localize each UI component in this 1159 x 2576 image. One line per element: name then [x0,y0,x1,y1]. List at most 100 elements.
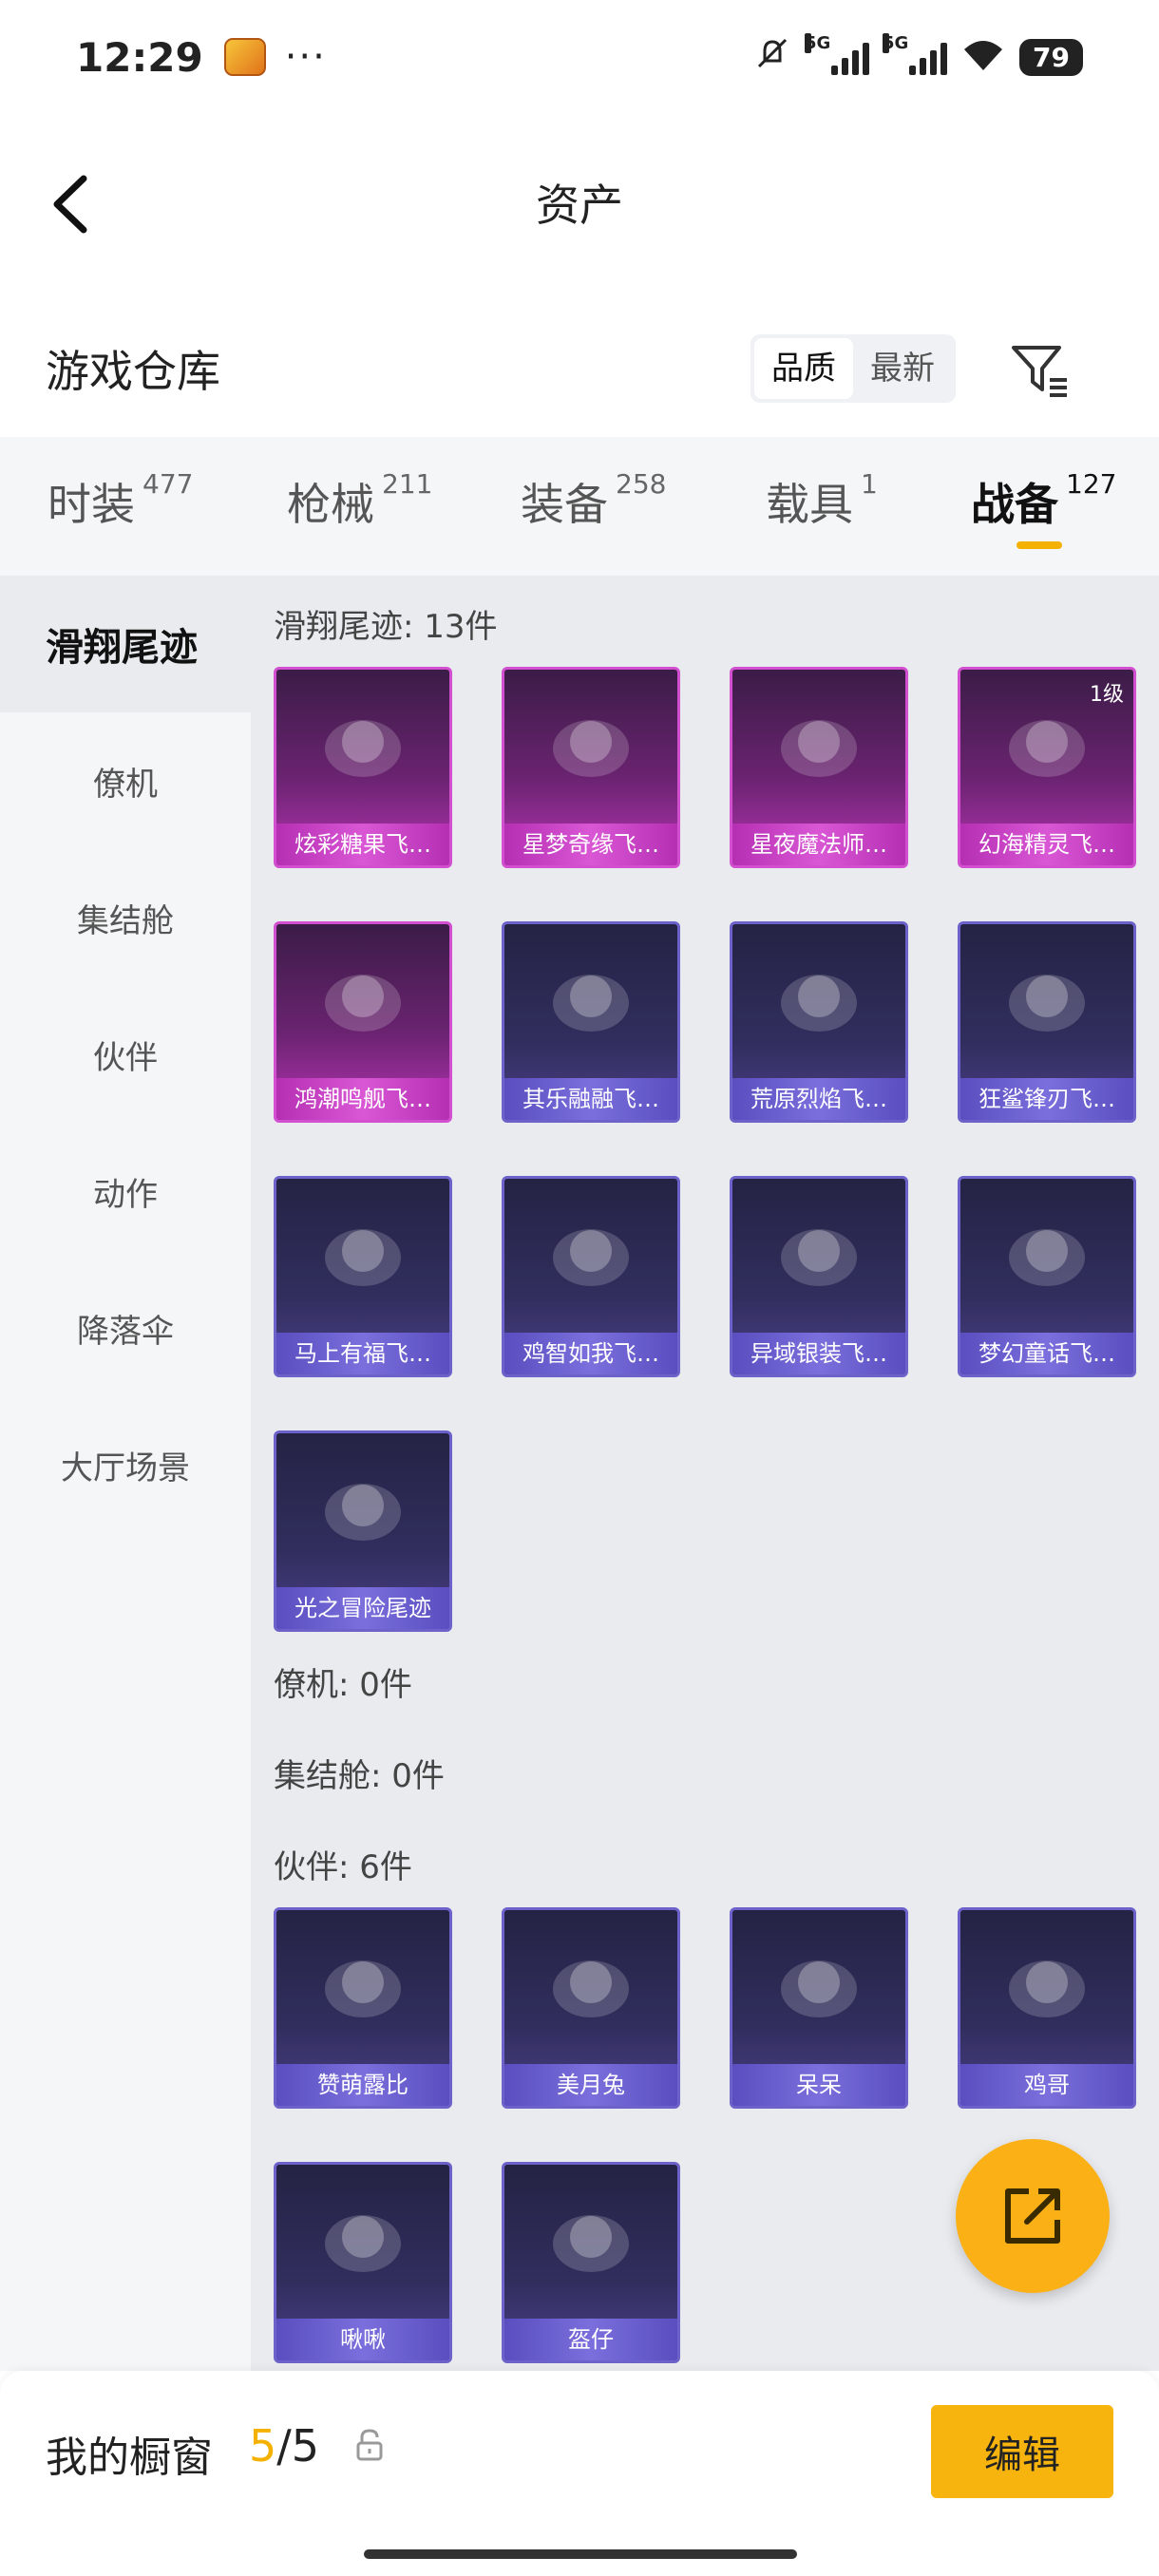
section-title-wingman: 僚机: 0件 [274,1666,412,1704]
sidebar-item-lobby-scene[interactable]: 大厅场景 [0,1396,251,1533]
sidebar-item-emote[interactable]: 动作 [0,1123,251,1260]
filter-icon [1012,346,1067,397]
page-title: 资产 [536,180,623,231]
item-card[interactable]: 梦幻童话飞… [958,1176,1136,1377]
item-image [960,1179,1133,1333]
item-image [276,1910,449,2064]
lock-icon [355,2428,384,2466]
item-image [276,1179,449,1333]
tab-fashion[interactable]: 时装 477 [48,468,193,533]
sort-toggle: 品质 最新 [750,334,956,403]
tab-firearms[interactable]: 枪械 211 [287,468,432,533]
item-name: 其乐融融飞… [504,1078,677,1120]
item-name: 赞萌露比 [276,2064,449,2106]
showcase-count: 5/5 [249,2420,320,2472]
wifi-icon [962,38,1004,76]
tab-vehicles[interactable]: 载具 1 [766,468,878,533]
more-notifications-icon: ··· [284,35,327,79]
item-image [276,924,449,1078]
sort-newest-option[interactable]: 最新 [853,338,952,399]
item-name: 狂鲨锋刃飞… [960,1078,1133,1120]
status-time: 12:29 [76,33,203,81]
item-name: 啾啾 [276,2319,449,2360]
status-bar: 12:29 ··· 5G 5G 79 [0,0,1159,114]
app-header: 资产 [0,142,1159,266]
item-image [504,1179,677,1333]
edit-button[interactable]: 编辑 [931,2405,1113,2498]
item-card[interactable]: 鸡哥 [958,1907,1136,2109]
item-card[interactable]: 呆呆 [730,1907,908,2109]
item-card[interactable]: 荒原烈焰飞… [730,921,908,1123]
item-card[interactable]: 狂鲨锋刃飞… [958,921,1136,1123]
item-card[interactable]: 美月兔 [502,1907,680,2109]
warehouse-title: 游戏仓库 [46,346,220,397]
battery-icon: 79 [1019,38,1083,76]
share-button[interactable] [956,2139,1110,2293]
showcase-bar: 我的橱窗 5/5 编辑 [0,2371,1159,2576]
sidebar-item-parachute[interactable]: 降落伞 [0,1260,251,1396]
category-tabs: 时装 477 枪械 211 装备 258 载具 1 战备 127 [0,437,1159,576]
item-name: 鸡智如我飞… [504,1333,677,1374]
item-name: 异域银装飞… [732,1333,905,1374]
filter-button[interactable] [1002,334,1078,407]
item-card[interactable]: 赞萌露比 [274,1907,452,2109]
item-card[interactable]: 光之冒险尾迹 [274,1430,452,1632]
item-image [504,670,677,824]
sidebar-item-glide-trail[interactable]: 滑翔尾迹 [0,576,251,712]
item-name: 炫彩糖果飞… [276,824,449,865]
section-title-partner: 伙伴: 6件 [274,1848,412,1886]
item-name: 美月兔 [504,2064,677,2106]
tab-equipment[interactable]: 装备 258 [521,468,666,533]
active-tab-indicator [1016,541,1062,549]
sidebar: 滑翔尾迹 僚机 集结舱 伙伴 动作 降落伞 大厅场景 [0,576,251,2371]
item-name: 星梦奇缘飞… [504,824,677,865]
sidebar-item-wingman[interactable]: 僚机 [0,712,251,849]
signal-icon-2: 5G [883,33,948,75]
item-image [732,1910,905,2064]
home-indicator[interactable] [364,2549,797,2559]
item-image [504,924,677,1078]
item-card[interactable]: 星梦奇缘飞… [502,667,680,868]
item-name: 光之冒险尾迹 [276,1587,449,1629]
item-name: 幻海精灵飞… [960,824,1133,865]
mute-icon [753,34,791,81]
share-icon [1005,2188,1060,2244]
item-name: 马上有福飞… [276,1333,449,1374]
sidebar-item-partner[interactable]: 伙伴 [0,986,251,1123]
sidebar-item-capsule[interactable]: 集结舱 [0,849,251,986]
warehouse-row: 游戏仓库 品质 最新 [0,323,1159,418]
item-image [732,670,905,824]
showcase-label: 我的橱窗 [46,2434,213,2482]
item-card[interactable]: 异域银装飞… [730,1176,908,1377]
item-card[interactable]: 1级幻海精灵飞… [958,667,1136,868]
tab-combat-prep[interactable]: 战备 127 [971,468,1116,533]
section-title-glide: 滑翔尾迹: 13件 [274,608,498,646]
item-card[interactable]: 鸿潮鸣舰飞… [274,921,452,1123]
section-title-capsule: 集结舱: 0件 [274,1757,445,1795]
item-card[interactable]: 马上有福飞… [274,1176,452,1377]
item-image [960,1910,1133,2064]
item-card[interactable]: 鸡智如我飞… [502,1176,680,1377]
signal-icon: 5G [805,33,870,75]
item-card[interactable]: 其乐融融飞… [502,921,680,1123]
item-image [276,1433,449,1587]
item-image [504,1910,677,2064]
item-level-badge: 1级 [1090,683,1124,707]
item-image [732,1179,905,1333]
item-card[interactable]: 炫彩糖果飞… [274,667,452,868]
item-card[interactable]: 星夜魔法师… [730,667,908,868]
item-image [276,670,449,824]
item-card[interactable]: 啾啾 [274,2162,452,2363]
item-name: 星夜魔法师… [732,824,905,865]
item-card[interactable]: 盔仔 [502,2162,680,2363]
item-name: 呆呆 [732,2064,905,2106]
item-list: 滑翔尾迹: 13件 炫彩糖果飞… 星梦奇缘飞… 星夜魔法师… 1级幻海精灵飞… 鸿潮鸣舰… [251,576,1159,2371]
item-image [504,2165,677,2319]
item-name: 鸡哥 [960,2064,1133,2106]
app-notification-icon [223,38,266,76]
item-image [732,924,905,1078]
item-name: 梦幻童话飞… [960,1333,1133,1374]
sort-quality-option[interactable]: 品质 [754,338,853,399]
item-image [960,924,1133,1078]
item-name: 荒原烈焰飞… [732,1078,905,1120]
